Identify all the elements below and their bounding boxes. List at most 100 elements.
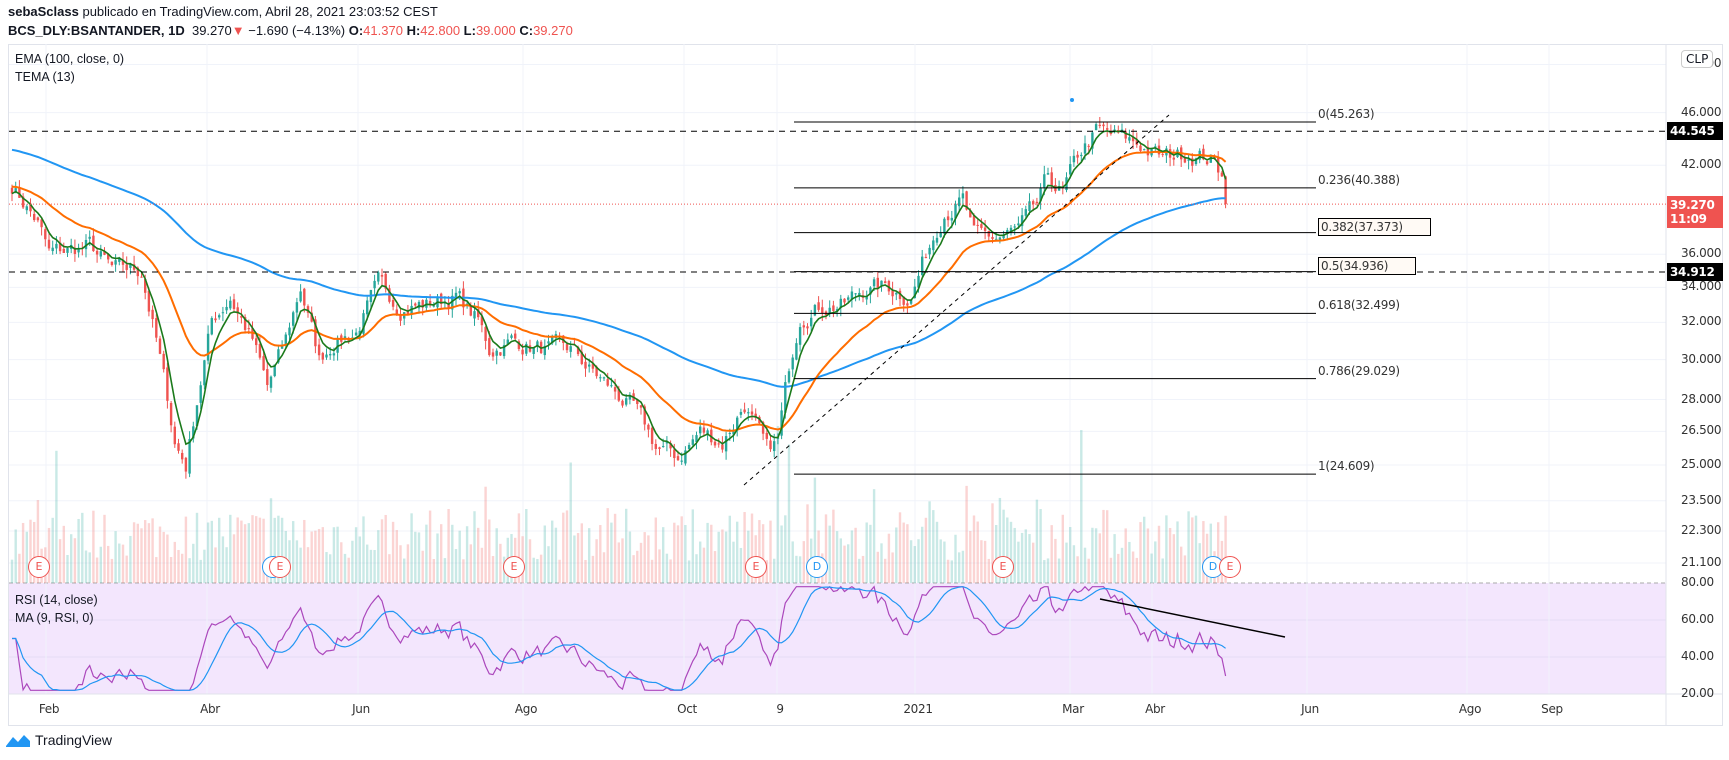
volume-bar xyxy=(1039,509,1042,583)
candle-body xyxy=(1205,161,1209,165)
candle-body xyxy=(1024,209,1027,216)
candle-body xyxy=(602,377,606,379)
volume-bar xyxy=(399,545,402,583)
volume-bar xyxy=(562,512,565,583)
candle-body xyxy=(795,343,798,360)
volume-bar xyxy=(976,521,979,583)
legend-rsi[interactable]: RSI (14, close) xyxy=(15,591,98,609)
volume-bar xyxy=(1076,556,1079,583)
volume-bar xyxy=(1043,560,1046,583)
candle-body xyxy=(673,449,676,459)
fib-level-label: 1(24.609) xyxy=(1318,459,1375,474)
time-axis-label: 2021 xyxy=(903,702,933,716)
candle-body xyxy=(876,277,879,289)
volume-bar xyxy=(303,519,306,583)
volume-bar xyxy=(569,462,572,583)
volume-bar xyxy=(1146,528,1150,583)
volume-bar xyxy=(388,554,391,583)
candle-body xyxy=(569,346,572,352)
candle-body xyxy=(469,305,472,316)
legend-tema[interactable]: TEMA (13) xyxy=(15,68,124,86)
tradingview-logo[interactable]: TradingView xyxy=(5,732,112,748)
volume-bar xyxy=(66,555,69,583)
volume-bar xyxy=(451,524,454,583)
volume-bar xyxy=(129,535,132,583)
candle-body xyxy=(47,239,51,249)
candle-body xyxy=(765,432,768,439)
candle-body xyxy=(399,315,402,321)
volume-bar xyxy=(736,521,739,583)
candle-body xyxy=(499,352,502,356)
candle-body xyxy=(395,309,398,314)
candle-body xyxy=(166,367,169,401)
candle-body xyxy=(724,436,728,452)
volume-bar xyxy=(902,522,905,583)
volume-bar xyxy=(343,553,347,583)
candle-body xyxy=(173,426,176,445)
volume-bar xyxy=(110,558,114,583)
price-axis-label: 32.000 xyxy=(1681,314,1722,329)
volume-bar xyxy=(118,543,121,583)
volume-bar xyxy=(565,510,569,583)
volume-bar xyxy=(691,509,694,583)
volume-bar xyxy=(617,542,620,583)
candle-body xyxy=(295,302,299,313)
volume-bar xyxy=(1180,546,1183,583)
volume-bar xyxy=(458,530,461,583)
candle-body xyxy=(377,272,380,282)
price-chart[interactable] xyxy=(0,0,1729,760)
time-axis-label: Jun xyxy=(1301,702,1319,716)
volume-bar xyxy=(84,550,88,583)
volume-bar xyxy=(417,532,421,583)
volume-bar xyxy=(454,549,458,583)
volume-bar xyxy=(440,524,443,583)
volume-bar xyxy=(195,512,199,583)
candle-body xyxy=(547,341,550,344)
volume-bar xyxy=(898,512,902,583)
volume-bar xyxy=(854,527,857,583)
candle-body xyxy=(225,306,228,311)
candle-body xyxy=(1098,124,1101,126)
volume-bar xyxy=(443,558,447,583)
volume-bar xyxy=(1087,558,1090,583)
volume-bar xyxy=(310,531,313,583)
volume-bar xyxy=(724,531,728,583)
candle-body xyxy=(1080,154,1083,157)
currency-button[interactable]: CLP xyxy=(1681,50,1714,68)
volume-bar xyxy=(921,526,924,583)
candle-body xyxy=(1072,155,1076,163)
legend-ema[interactable]: EMA (100, close, 0) xyxy=(15,50,124,68)
candle-body xyxy=(717,443,720,445)
volume-bar xyxy=(1057,558,1061,583)
volume-bar xyxy=(769,520,772,583)
legend-rsi-ma[interactable]: MA (9, RSI, 0) xyxy=(15,609,98,627)
candle-body xyxy=(650,427,654,444)
volume-bar xyxy=(55,450,58,583)
volume-bar xyxy=(961,550,965,583)
candle-body xyxy=(906,303,909,306)
candle-body xyxy=(484,326,487,341)
volume-bar xyxy=(336,526,339,583)
earnings-marker: E xyxy=(992,556,1014,578)
candle-body xyxy=(1046,173,1050,175)
volume-bar xyxy=(403,558,406,583)
candle-body xyxy=(895,292,898,295)
volume-bar xyxy=(676,525,680,583)
volume-bar xyxy=(658,549,661,583)
volume-bar xyxy=(58,539,62,583)
volume-bar xyxy=(880,543,883,583)
volume-bar xyxy=(906,524,909,583)
volume-bar xyxy=(1109,557,1113,583)
rsi-axis-label: 40.00 xyxy=(1681,649,1714,663)
volume-bar xyxy=(654,517,657,583)
volume-bar xyxy=(410,513,413,583)
volume-bar xyxy=(229,514,232,583)
volume-bar xyxy=(232,534,236,583)
volume-bar xyxy=(891,552,894,583)
candle-body xyxy=(721,444,724,450)
price-axis-label: 23.500 xyxy=(1681,492,1722,507)
volume-bar xyxy=(643,532,646,583)
volume-bar xyxy=(1098,533,1101,583)
candle-body xyxy=(1217,158,1220,173)
volume-bar xyxy=(795,555,798,583)
